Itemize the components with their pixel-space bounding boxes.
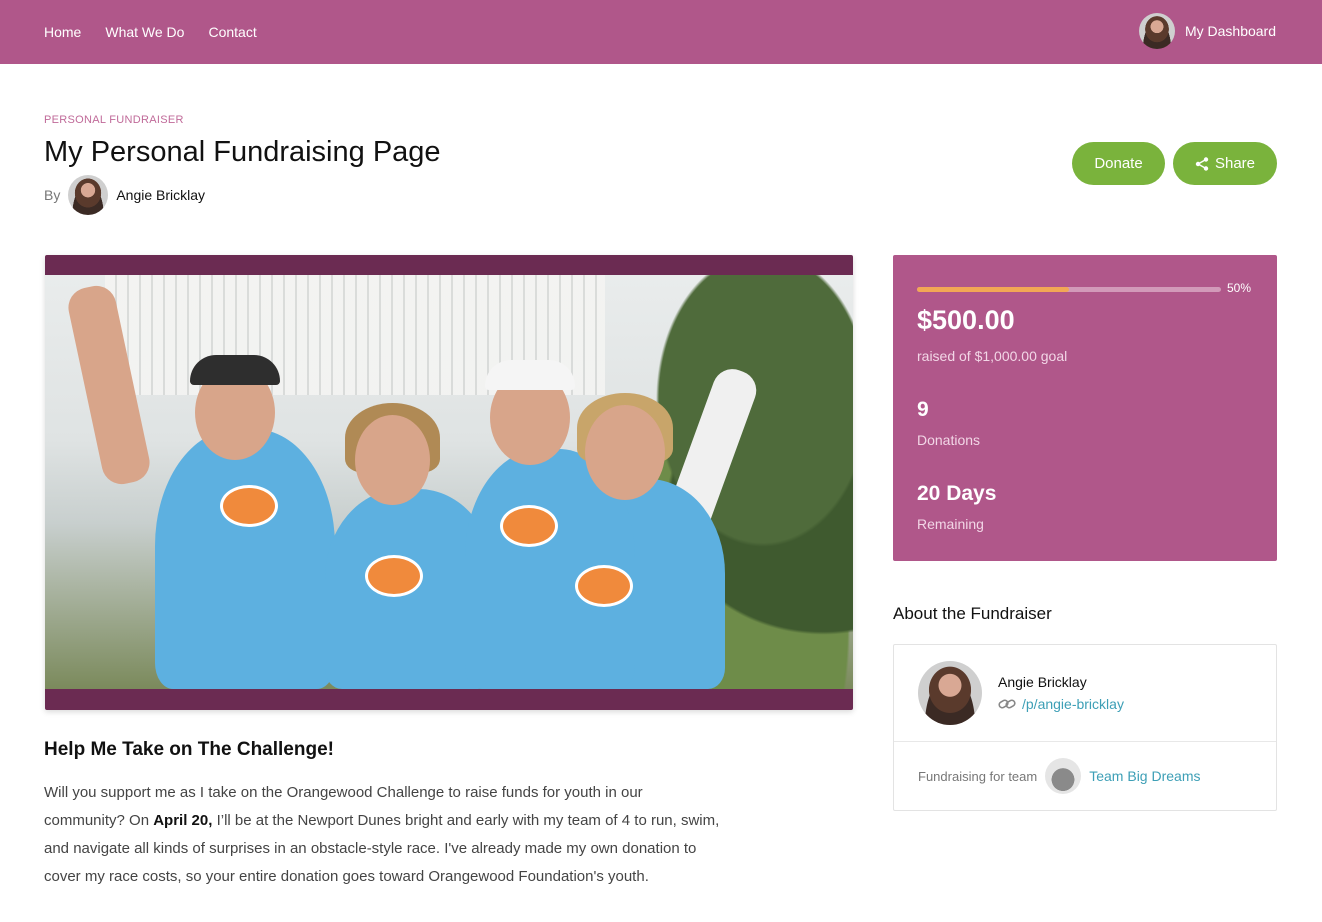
person-1: [155, 429, 335, 689]
donations-label: Donations: [917, 432, 981, 448]
profile-link[interactable]: /p/angie-bricklay: [998, 696, 1124, 712]
hero-photo: [45, 275, 853, 689]
byline: By Angie Bricklay: [44, 175, 205, 215]
top-nav-bar: Home What We Do Contact My Dashboard: [0, 0, 1322, 64]
nav-what-we-do[interactable]: What We Do: [105, 24, 184, 40]
shirt-logo: [365, 555, 423, 597]
progress-bar: [917, 287, 1221, 292]
team-avatar[interactable]: [1045, 758, 1082, 794]
share-button[interactable]: Share: [1173, 142, 1277, 185]
goal-text: raised of $1,000.00 goal: [917, 348, 1068, 364]
fundraiser-name[interactable]: Angie Bricklay: [998, 674, 1087, 690]
nav-home[interactable]: Home: [44, 24, 81, 40]
profile-link-text[interactable]: /p/angie-bricklay: [1022, 696, 1124, 712]
progress-fill: [917, 287, 1069, 292]
donations-count: 9: [917, 398, 929, 421]
days-remaining: 20 Days: [917, 482, 997, 505]
author-avatar[interactable]: [68, 175, 109, 215]
fundraiser-profile: Angie Bricklay /p/angie-bricklay: [894, 645, 1276, 742]
remaining-label: Remaining: [917, 516, 984, 532]
shirt-logo: [500, 505, 558, 547]
stats-card: 50% $500.00 raised of $1,000.00 goal 9 D…: [893, 255, 1277, 561]
team-link[interactable]: Team Big Dreams: [1089, 768, 1200, 784]
share-label: Share: [1214, 155, 1256, 172]
donate-button[interactable]: Donate: [1072, 142, 1165, 185]
dashboard-label[interactable]: My Dashboard: [1185, 23, 1276, 39]
team-label: Fundraising for team: [918, 768, 1038, 784]
about-heading: About the Fundraiser: [893, 604, 1052, 623]
page-title: My Personal Fundraising Page: [44, 136, 441, 168]
share-icon: [1195, 156, 1209, 171]
dashboard-link[interactable]: My Dashboard: [1138, 13, 1276, 49]
shirt-logo: [575, 565, 633, 607]
nav-contact[interactable]: Contact: [208, 24, 256, 40]
story-title: Help Me Take on The Challenge!: [44, 739, 334, 760]
by-label: By: [44, 187, 61, 203]
shirt-logo: [220, 485, 278, 527]
team-row: Fundraising for team Team Big Dreams: [918, 758, 1201, 794]
fundraiser-avatar[interactable]: [918, 661, 982, 725]
main-nav: Home What We Do Contact: [44, 0, 257, 64]
donate-label: Donate: [1094, 155, 1143, 172]
author-name[interactable]: Angie Bricklay: [116, 187, 205, 203]
amount-raised: $500.00: [917, 305, 1015, 335]
story-text: Will you support me as I take on the Ora…: [44, 779, 724, 891]
progress-percent: 50%: [1227, 281, 1252, 295]
user-avatar[interactable]: [1138, 13, 1175, 49]
about-card: Angie Bricklay /p/angie-bricklay Fundrai…: [893, 644, 1277, 811]
link-icon: [998, 699, 1016, 709]
page-eyebrow: PERSONAL FUNDRAISER: [44, 114, 184, 126]
story-text-date: April 20,: [153, 812, 213, 829]
hero-media[interactable]: [45, 255, 853, 710]
